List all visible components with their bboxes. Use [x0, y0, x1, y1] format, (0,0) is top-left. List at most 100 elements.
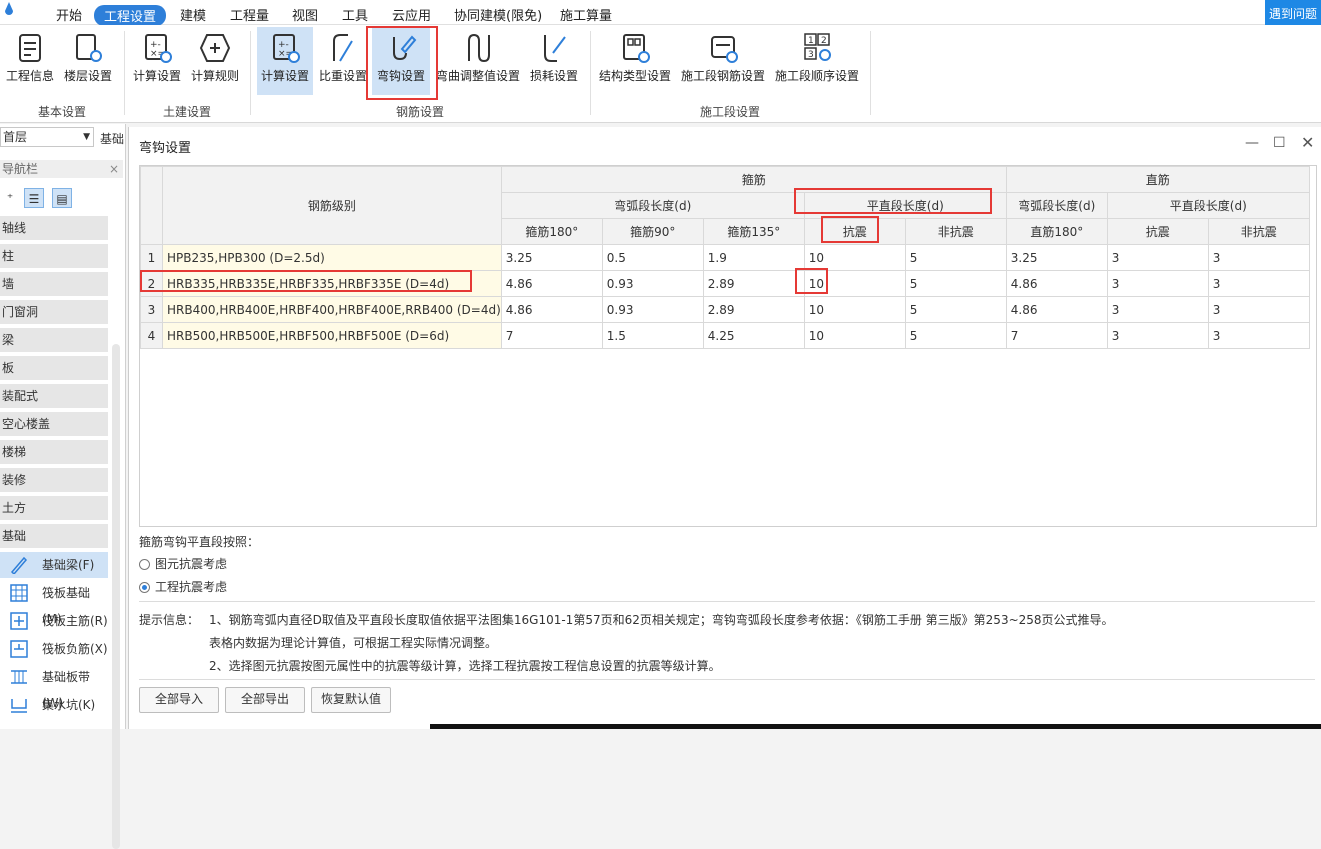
close-icon[interactable]: ×: [109, 160, 119, 178]
loss-settings-button[interactable]: 损耗设置: [526, 27, 582, 95]
highlight-row-2-grade: [140, 270, 472, 292]
value-cell[interactable]: 1.9: [702, 244, 805, 271]
floor-settings-button[interactable]: 楼层设置: [62, 27, 114, 95]
tab-start[interactable]: 开始: [56, 5, 82, 24]
nav-item-prefab[interactable]: 装配式: [0, 384, 108, 408]
value-cell[interactable]: 4.86: [1005, 270, 1108, 297]
tab-modeling[interactable]: 建模: [180, 5, 206, 24]
nav-item-column[interactable]: 柱: [0, 244, 108, 268]
value-cell[interactable]: 10: [803, 322, 906, 349]
rebar-calc-settings-button[interactable]: +- ×= 计算设置: [257, 27, 313, 95]
value-cell[interactable]: 3: [1207, 322, 1310, 349]
nav-item-opening[interactable]: 门窗洞: [0, 300, 108, 324]
value-cell[interactable]: 4.86: [1005, 296, 1108, 323]
detail-view-icon[interactable]: ▤: [52, 188, 72, 208]
export-all-button[interactable]: 全部导出: [225, 687, 305, 713]
value-cell[interactable]: 2.89: [702, 270, 805, 297]
value-cell[interactable]: 3.25: [500, 244, 603, 271]
sub-item-foundation-strip[interactable]: 基础板带(W): [0, 664, 108, 710]
tab-collab[interactable]: 协同建模(限免): [454, 5, 542, 24]
value-cell[interactable]: 3: [1106, 244, 1209, 271]
floor-select[interactable]: 首层 ▼: [0, 127, 94, 147]
header-arc-length-straight: 弯弧段长度(d): [1005, 192, 1108, 219]
value-cell[interactable]: 4.25: [702, 322, 805, 349]
highlight-flat-length-header: [794, 188, 992, 214]
radio-element-seismic[interactable]: 图元抗震考虑: [139, 555, 227, 572]
loss-icon: [544, 35, 566, 62]
weight-settings-button[interactable]: 比重设置: [318, 27, 368, 95]
sub-item-sump-pit[interactable]: 集水坑(K): [0, 692, 108, 718]
tab-view[interactable]: 视图: [292, 5, 318, 24]
tab-cloud[interactable]: 云应用: [392, 5, 431, 24]
section-order-settings-button[interactable]: 123 施工段顺序设置: [773, 27, 861, 95]
sub-item-raft-main-rebar[interactable]: 筏板主筋(R): [0, 608, 108, 634]
project-info-button[interactable]: 工程信息: [4, 27, 56, 95]
value-cell[interactable]: 7: [500, 322, 603, 349]
nav-item-beam[interactable]: 梁: [0, 328, 108, 352]
value-cell[interactable]: 5: [904, 244, 1007, 271]
value-cell[interactable]: 4.86: [500, 296, 603, 323]
maximize-icon[interactable]: ☐: [1273, 135, 1286, 151]
nav-item-hollow-floor[interactable]: 空心楼盖: [0, 412, 108, 436]
value-cell[interactable]: 10: [803, 296, 906, 323]
import-all-button[interactable]: 全部导入: [139, 687, 219, 713]
value-cell[interactable]: 0.5: [601, 244, 704, 271]
value-cell[interactable]: 10: [803, 244, 906, 271]
nav-item-decoration[interactable]: 装修: [0, 468, 108, 492]
value-cell[interactable]: 0.93: [601, 270, 704, 297]
value-cell[interactable]: 3: [1207, 244, 1310, 271]
tab-tools[interactable]: 工具: [342, 5, 368, 24]
value-cell[interactable]: 4.86: [500, 270, 603, 297]
highlight-seismic-header: [821, 216, 879, 243]
nav-item-stairs[interactable]: 楼梯: [0, 440, 108, 464]
structure-type-icon: [623, 34, 650, 63]
bend-adjust-settings-button[interactable]: 弯曲调整值设置: [436, 27, 520, 95]
nav-item-wall[interactable]: 墙: [0, 272, 108, 296]
value-cell[interactable]: 3: [1106, 296, 1209, 323]
sump-pit-icon: [11, 699, 27, 713]
grade-cell: HRB500,HRB500E,HRBF500,HRBF500E (D=6d): [162, 322, 502, 349]
highlight-row-2-seismic-value: [795, 268, 828, 294]
radio-project-seismic[interactable]: 工程抗震考虑: [139, 578, 227, 595]
sparkle-icon[interactable]: ⁺: [0, 188, 20, 208]
sub-item-raft-foundation[interactable]: 筏板基础(M): [0, 580, 108, 626]
tab-construction[interactable]: 施工算量: [560, 5, 612, 24]
value-cell[interactable]: 7: [1005, 322, 1108, 349]
drawing-canvas[interactable]: [430, 724, 1321, 729]
value-cell[interactable]: 5: [904, 322, 1007, 349]
civil-calc-rules-button[interactable]: 计算规则: [188, 27, 242, 95]
sub-item-raft-negative-rebar[interactable]: 筏板负筋(X): [0, 636, 108, 662]
value-cell[interactable]: 2.89: [702, 296, 805, 323]
hook-settings-dialog: 弯钩设置 — ☐ ✕ 钢筋级别 箍筋 直筋 弯弧段长度(d) 平直段长度(d) …: [128, 127, 1321, 729]
value-cell[interactable]: 5: [904, 270, 1007, 297]
close-icon[interactable]: ✕: [1301, 133, 1314, 152]
nav-item-axis[interactable]: 轴线: [0, 216, 108, 240]
civil-calc-settings-button[interactable]: +- ×= 计算设置: [130, 27, 184, 95]
list-view-icon[interactable]: ☰: [24, 188, 44, 208]
sidebar-scrollbar[interactable]: [112, 344, 120, 849]
value-cell[interactable]: 3: [1207, 296, 1310, 323]
tip-line-3: 2、选择图元抗震按图元属性中的抗震等级计算，选择工程抗震按工程信息设置的抗震等级…: [209, 659, 721, 673]
basic-tab[interactable]: 基础: [100, 130, 124, 147]
value-cell[interactable]: 0.93: [601, 296, 704, 323]
tab-project-settings[interactable]: 工程设置: [94, 5, 167, 26]
menu-bar: 开始 工程设置 建模 工程量 视图 工具 云应用 协同建模(限免) 施工算量: [0, 0, 1321, 26]
nav-item-earthwork[interactable]: 土方: [0, 496, 108, 520]
sub-item-foundation-beam[interactable]: 基础梁(F): [0, 552, 108, 578]
structure-type-settings-button[interactable]: 结构类型设置: [596, 27, 674, 95]
restore-default-button[interactable]: 恢复默认值: [311, 687, 391, 713]
value-cell[interactable]: 5: [904, 296, 1007, 323]
highlight-hook-settings: [366, 26, 438, 100]
nav-item-slab[interactable]: 板: [0, 356, 108, 380]
value-cell[interactable]: 3: [1106, 322, 1209, 349]
tab-quantity[interactable]: 工程量: [230, 5, 269, 24]
value-cell[interactable]: 3: [1207, 270, 1310, 297]
value-cell[interactable]: 3: [1106, 270, 1209, 297]
minimize-icon[interactable]: —: [1245, 135, 1259, 151]
nav-item-foundation[interactable]: 基础: [0, 524, 108, 548]
rebar-negative-icon: [10, 640, 28, 658]
header-stirrup-90: 箍筋90°: [601, 218, 704, 245]
section-rebar-settings-button[interactable]: 施工段钢筋设置: [679, 27, 767, 95]
value-cell[interactable]: 1.5: [601, 322, 704, 349]
value-cell[interactable]: 3.25: [1005, 244, 1108, 271]
